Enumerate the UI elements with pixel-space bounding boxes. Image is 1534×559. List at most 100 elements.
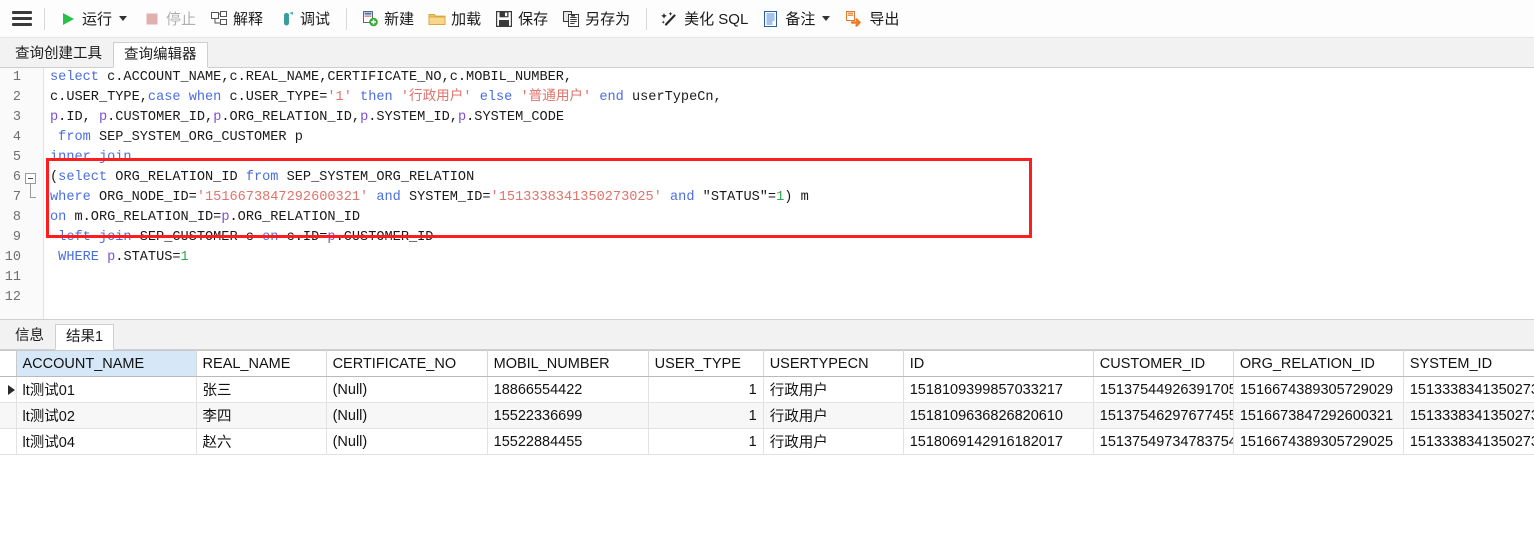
code-line[interactable]: select c.ACCOUNT_NAME,c.REAL_NAME,CERTIF… — [46, 68, 1534, 88]
table-cell-user-type[interactable]: 1 — [648, 376, 764, 403]
toolbar-button-comment[interactable]: 备注 — [756, 4, 838, 34]
code-token: p — [327, 230, 336, 245]
magic-wand-icon — [661, 10, 679, 28]
row-selector-cell[interactable] — [0, 402, 17, 429]
code-line[interactable] — [46, 288, 1534, 308]
play-icon — [59, 10, 77, 28]
code-line[interactable]: p.ID, p.CUSTOMER_ID,p.ORG_RELATION_ID,p.… — [46, 108, 1534, 128]
table-cell-org-relation-id[interactable]: 1516673847292600321 — [1233, 402, 1404, 429]
table-cell-usertypecn[interactable]: 行政用户 — [763, 402, 904, 429]
table-cell-user-type[interactable]: 1 — [648, 428, 764, 455]
table-cell-id[interactable]: 1518109399857033217 — [903, 376, 1094, 403]
table-cell-user-type[interactable]: 1 — [648, 402, 764, 429]
code-line[interactable]: c.USER_TYPE,case when c.USER_TYPE='1' th… — [46, 88, 1534, 108]
toolbar-button-saveas[interactable]: 另存为 — [556, 4, 636, 34]
tab-query-builder[interactable]: 查询创建工具 — [4, 41, 113, 67]
column-header-usertypecn[interactable]: USERTYPECN — [763, 350, 904, 377]
code-token: '普通用户' — [520, 90, 592, 105]
toolbar-button-save[interactable]: 保存 — [489, 4, 554, 34]
table-cell-real-name[interactable]: 张三 — [196, 376, 327, 403]
table-cell-certificate-no[interactable]: (Null) — [326, 402, 488, 429]
code-token: 1 — [180, 250, 189, 265]
code-token: '1516673847292600321' — [196, 190, 369, 205]
table-cell-real-name[interactable]: 李四 — [196, 402, 327, 429]
table-row[interactable]: lt测试04 赵六 (Null) 15522884455 1 行政用户 1518069142… — [0, 428, 1534, 455]
toolbar-button-beautify[interactable]: 美化 SQL — [655, 4, 754, 34]
table-cell-customer-id[interactable]: 1513754629767745538 — [1093, 402, 1234, 429]
table-cell-mobil-number[interactable]: 18866554422 — [487, 376, 649, 403]
toolbar-button-explain[interactable]: 解释 — [204, 4, 269, 34]
code-token: where — [50, 190, 99, 205]
code-token: inner join — [50, 150, 132, 165]
code-line[interactable]: WHERE p.STATUS=1 — [46, 248, 1534, 268]
column-header-account-name[interactable]: ACCOUNT_NAME — [16, 350, 197, 377]
toolbar-button-new[interactable]: 新建 — [355, 4, 420, 34]
row-selector-cell[interactable] — [0, 376, 17, 403]
table-cell-certificate-no[interactable]: (Null) — [326, 428, 488, 455]
table-cell-mobil-number[interactable]: 15522884455 — [487, 428, 649, 455]
toolbar-button-stop: 停止 — [137, 4, 202, 34]
sql-code-editor[interactable]: 1 2 3 4 5 6 7 8 9 10 11 12 select c.ACCOUNT_NAME,c.… — [0, 68, 1534, 320]
column-header-id[interactable]: ID — [903, 350, 1094, 377]
code-line[interactable]: where ORG_NODE_ID='1516673847292600321' … — [46, 188, 1534, 208]
code-line[interactable]: (select ORG_RELATION_ID from SEP_SYSTEM_… — [46, 168, 1534, 188]
sql-code-area[interactable]: select c.ACCOUNT_NAME,c.REAL_NAME,CERTIF… — [46, 68, 1534, 319]
column-header-customer-id[interactable]: CUSTOMER_ID — [1093, 350, 1234, 377]
table-cell-account-name[interactable]: lt测试04 — [16, 428, 197, 455]
toolbar-button-label: 运行 — [82, 11, 113, 28]
table-row[interactable]: lt测试02 李四 (Null) 15522336699 1 行政用户 1518109636… — [0, 402, 1534, 429]
table-cell-system-id[interactable]: 1513338341350273025 — [1403, 428, 1534, 455]
tab-query-editor[interactable]: 查询编辑器 — [113, 42, 208, 68]
column-header-mobil-number[interactable]: MOBIL_NUMBER — [487, 350, 649, 377]
table-cell-org-relation-id[interactable]: 1516674389305729029 — [1233, 376, 1404, 403]
chevron-down-icon[interactable] — [822, 16, 831, 21]
row-selector-cell[interactable] — [0, 428, 17, 455]
table-cell-real-name[interactable]: 赵六 — [196, 428, 327, 455]
toolbar-button-export[interactable]: 导出 — [840, 4, 905, 34]
toolbar-button-run[interactable]: 运行 — [53, 4, 135, 34]
code-token: .ID, — [58, 110, 99, 125]
table-cell-account-name[interactable]: lt测试02 — [16, 402, 197, 429]
hamburger-menu-icon[interactable] — [12, 10, 32, 28]
result-table-head: ACCOUNT_NAME REAL_NAME CERTIFICATE_NO MOBIL… — [0, 350, 1534, 377]
table-cell-customer-id[interactable]: 1513754492639170561 — [1093, 376, 1234, 403]
code-token: .SYSTEM_ID, — [368, 110, 458, 125]
table-cell-account-name[interactable]: lt测试01 — [16, 376, 197, 403]
chevron-down-icon[interactable] — [119, 16, 128, 21]
column-header-system-id[interactable]: SYSTEM_ID — [1403, 350, 1534, 377]
code-line[interactable] — [46, 268, 1534, 288]
code-token: '行政用户' — [400, 90, 472, 105]
code-token: ) m — [784, 190, 809, 205]
code-token: and — [368, 190, 409, 205]
column-header-user-type[interactable]: USER_TYPE — [648, 350, 764, 377]
code-token: and — [661, 190, 703, 205]
table-cell-usertypecn[interactable]: 行政用户 — [763, 428, 904, 455]
table-cell-usertypecn[interactable]: 行政用户 — [763, 376, 904, 403]
code-line[interactable]: inner join — [46, 148, 1534, 168]
column-header-certificate-no[interactable]: CERTIFICATE_NO — [326, 350, 488, 377]
table-cell-system-id[interactable]: 1513338341350273025 — [1403, 376, 1534, 403]
table-row[interactable]: lt测试01 张三 (Null) 18866554422 1 行政用户 1518109399… — [0, 376, 1534, 403]
code-line[interactable]: from SEP_SYSTEM_ORG_CUSTOMER p — [46, 128, 1534, 148]
toolbar-separator — [44, 7, 45, 30]
code-token: '1' — [327, 90, 352, 105]
tab-messages[interactable]: 信息 — [4, 323, 55, 349]
code-line[interactable]: left join SEP_CUSTOMER c on c.ID=p.CUSTO… — [46, 228, 1534, 248]
code-token: on — [262, 230, 287, 245]
tab-result-1[interactable]: 结果1 — [55, 324, 115, 350]
table-cell-id[interactable]: 1518069142916182017 — [903, 428, 1094, 455]
column-header-real-name[interactable]: REAL_NAME — [196, 350, 327, 377]
table-cell-org-relation-id[interactable]: 1516674389305729025 — [1233, 428, 1404, 455]
table-cell-certificate-no[interactable]: (Null) — [326, 376, 488, 403]
table-cell-id[interactable]: 1518109636826820610 — [903, 402, 1094, 429]
toolbar-button-debug[interactable]: 调试 — [271, 4, 336, 34]
table-cell-mobil-number[interactable]: 15522336699 — [487, 402, 649, 429]
table-cell-customer-id[interactable]: 1513754973478375426 — [1093, 428, 1234, 455]
code-token: "STATUS"= — [702, 190, 777, 205]
code-token: WHERE — [50, 250, 108, 265]
code-line[interactable]: on m.ORG_RELATION_ID=p.ORG_RELATION_ID — [46, 208, 1534, 228]
fold-collapse-icon[interactable] — [25, 173, 36, 184]
table-cell-system-id[interactable]: 1513338341350273025 — [1403, 402, 1534, 429]
toolbar-button-load[interactable]: 加载 — [422, 4, 487, 34]
column-header-org-relation-id[interactable]: ORG_RELATION_ID — [1233, 350, 1404, 377]
